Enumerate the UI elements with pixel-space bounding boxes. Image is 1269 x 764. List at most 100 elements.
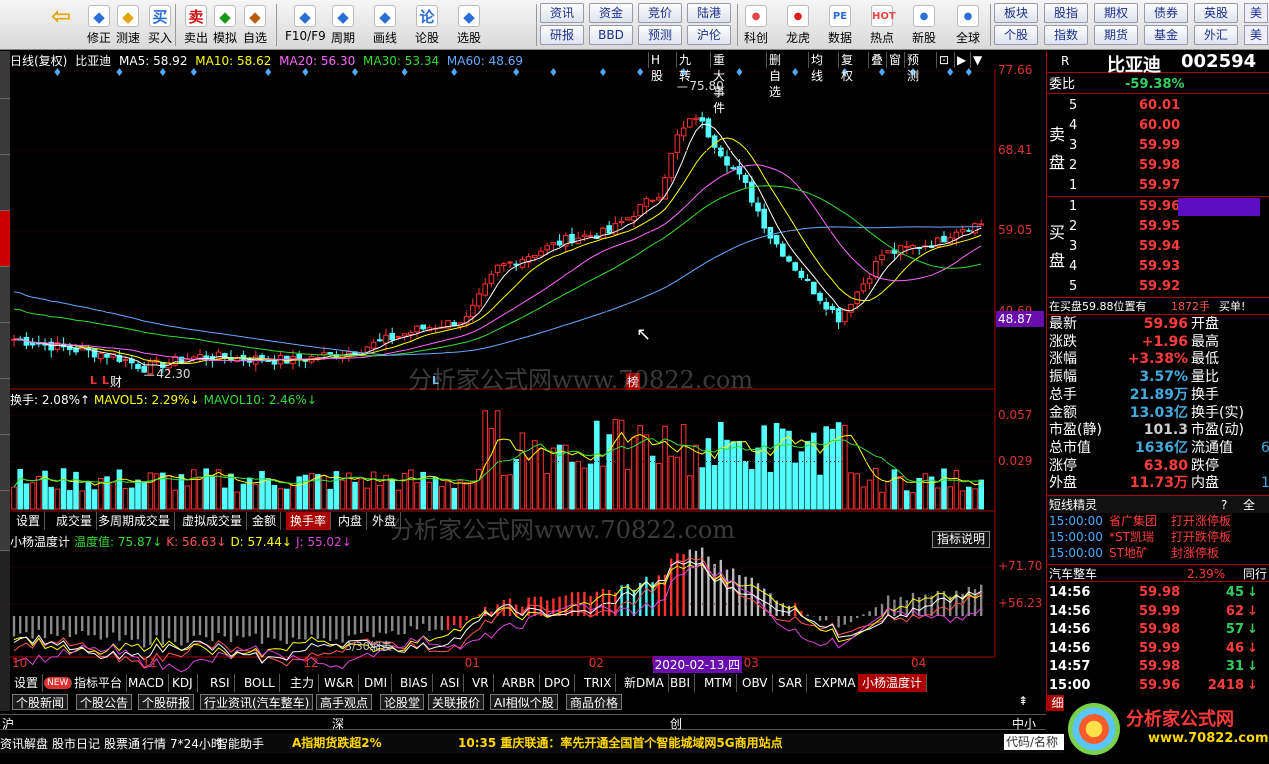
indicator-tab[interactable]: 新DMA [620,674,669,692]
bid-level-row[interactable]: 4 59.93 [1047,258,1269,276]
market-grid-button[interactable]: 债券 [1144,3,1188,23]
ask-level-row[interactable]: 3 59.99 [1047,137,1269,155]
indicator-tab[interactable]: OBV [738,674,773,692]
pe-data-button[interactable]: PE 数据 [822,2,858,48]
market-grid-button[interactable]: 期权 [1094,3,1138,23]
news-ticker[interactable]: 10:35 重庆联通：率先开通全国首个智能城域网5G商用站点 [458,734,783,752]
indicator-tab[interactable]: MTM [700,674,738,692]
volume-subtab[interactable]: 换手率 [286,512,332,530]
scroll-right-icon[interactable]: ▶ [954,52,968,68]
ticker-left[interactable]: A指期货跌超2% [292,734,382,752]
ask-level-row[interactable]: 2 59.98 [1047,157,1269,175]
indicator-tab[interactable]: RSI [206,674,235,692]
short-line-item[interactable]: 15:00:00 *ST凯瑞 打开跌停板 [1047,529,1269,545]
grid-button[interactable]: BBD [589,25,633,45]
indicator-tab[interactable]: TRIX [580,674,617,692]
short-line-item[interactable]: 15:00:00 ST地矿 封涨停板 [1047,545,1269,561]
indicator-tab[interactable]: 小杨温度计 [858,674,928,692]
grid-button[interactable]: 资讯 [540,3,584,23]
kline-tool-button[interactable]: 叠 [868,52,885,68]
up-down-arrows-button[interactable]: ◆ 修正 [84,2,114,48]
indicator-tab[interactable]: KDJ [168,674,198,692]
market-grid-button-edge[interactable]: 美 [1244,25,1268,45]
grid-button[interactable]: 竞价 [638,3,682,23]
status-tab[interactable]: 解盘 [24,735,48,752]
f10-button[interactable]: ◆ F10/F9 [285,2,326,48]
code-search-input[interactable]: 代码/名称 [1004,734,1072,750]
short-line-title[interactable]: 短线精灵 [1049,496,1097,514]
indicator-tab[interactable]: SAR [774,674,808,692]
volume-subtab[interactable]: 设置 [12,512,46,530]
volume-subtab[interactable]: 成交量 [52,512,98,530]
indicator-tab[interactable]: ASI [436,674,465,692]
hot-button[interactable]: HOT 热点 [864,2,900,48]
peer-link[interactable]: 同行 [1243,565,1267,583]
lock-icon[interactable]: ⊡ [936,52,951,68]
indicator-tab[interactable]: BIAS [396,674,433,692]
news-tab[interactable]: 关联报价 [428,694,485,710]
news-tab[interactable]: 个股公告 [76,694,133,710]
sector-row[interactable]: 汽车整车 2.39% 同行 [1047,564,1269,582]
ask-level-row[interactable]: 5 60.01 [1047,97,1269,115]
kline-tool-button[interactable]: 九转 [676,52,693,83]
ask-level-row[interactable]: 4 60.00 [1047,117,1269,135]
discuss-button[interactable]: 论论股 [412,2,442,48]
bid-level-row[interactable]: 3 59.94 [1047,238,1269,256]
indicator-tab[interactable]: W&R [320,674,359,692]
select-stock-button[interactable]: ◆ 选股 [454,2,484,48]
kline-tool-button[interactable]: 预测 [904,52,921,83]
sell-button[interactable]: 卖卖出 [181,2,211,48]
news-tab[interactable]: 论股堂 [380,694,425,710]
indicator-explain-button[interactable]: 指标说明 [932,531,991,548]
status-tab[interactable]: 股市日记 [52,735,100,752]
hammer-button[interactable]: ◆ 模拟 [210,2,240,48]
buy-button[interactable]: 买买入 [145,2,175,48]
finance-mark[interactable]: 财 [110,373,122,390]
indicator-tab[interactable]: BBI [666,674,696,692]
market-grid-button[interactable]: 指数 [1044,25,1088,45]
grid-button[interactable]: 陆港 [687,3,731,23]
market-grid-button[interactable]: 外汇 [1194,25,1238,45]
kline-tool-button[interactable]: 删自选 [766,52,783,99]
grid-button[interactable]: 预测 [638,25,682,45]
volume-subtab[interactable]: 虚拟成交量 [178,512,248,530]
volume-subtab[interactable]: 金额 [248,512,282,530]
market-grid-button[interactable]: 板块 [994,3,1038,23]
kline-tool-button[interactable]: 复权 [838,52,855,83]
ask-level-row[interactable]: 1 59.97 [1047,177,1269,195]
bid-level-row[interactable]: 5 59.92 [1047,278,1269,296]
news-tab[interactable]: 商品价格 [566,694,623,710]
indicator-tab[interactable]: ARBR [498,674,541,692]
settings-icon[interactable]: 全 [1243,496,1255,514]
index-label[interactable]: 创 [670,715,682,732]
indicator-tab[interactable]: MACD [124,674,169,692]
draw-button[interactable]: ◆ 画线 [370,2,400,48]
indicator-tab[interactable]: DPO [540,674,575,692]
indicator-tab[interactable]: 主力 [286,674,320,692]
news-tab[interactable]: 高手观点 [316,694,373,710]
news-tab[interactable]: 个股研报 [138,694,195,710]
indicator-tab[interactable]: 指标平台 [70,674,128,692]
indicator-tab[interactable]: 设置 [10,674,44,692]
market-grid-button[interactable]: 期货 [1094,25,1138,45]
status-tab[interactable]: 行情 [142,735,166,752]
dragon-tiger-button[interactable]: ● 龙虎 [780,2,816,48]
kline-tool-button[interactable]: 重大事件 [710,52,727,115]
indicator-tab[interactable]: BOLL [240,674,280,692]
kline-tool-button[interactable]: 均线 [808,52,825,83]
indicator-tab[interactable]: DMI [360,674,393,692]
news-tab[interactable]: 个股新闻 [12,694,69,710]
news-tab[interactable]: 行业资讯(汽车整车) [200,694,314,710]
speed-button[interactable]: ◆ 测速 [113,2,143,48]
back-button[interactable]: ⇦ [44,2,78,48]
market-grid-button[interactable]: 个股 [994,25,1038,45]
new-stock-button[interactable]: ● 新股 [906,2,942,48]
indicator-tab[interactable]: EXPMA [810,674,861,692]
status-tab[interactable]: 7*24小时 [170,735,223,752]
grid-button[interactable]: 资金 [589,3,633,23]
science-button[interactable]: ● 科创 [738,2,774,48]
dropdown-icon[interactable]: ▼ [970,52,984,68]
index-label[interactable]: 沪 [2,715,14,732]
market-grid-button[interactable]: 股指 [1044,3,1088,23]
period-label[interactable]: 日线(复权) [10,54,67,68]
